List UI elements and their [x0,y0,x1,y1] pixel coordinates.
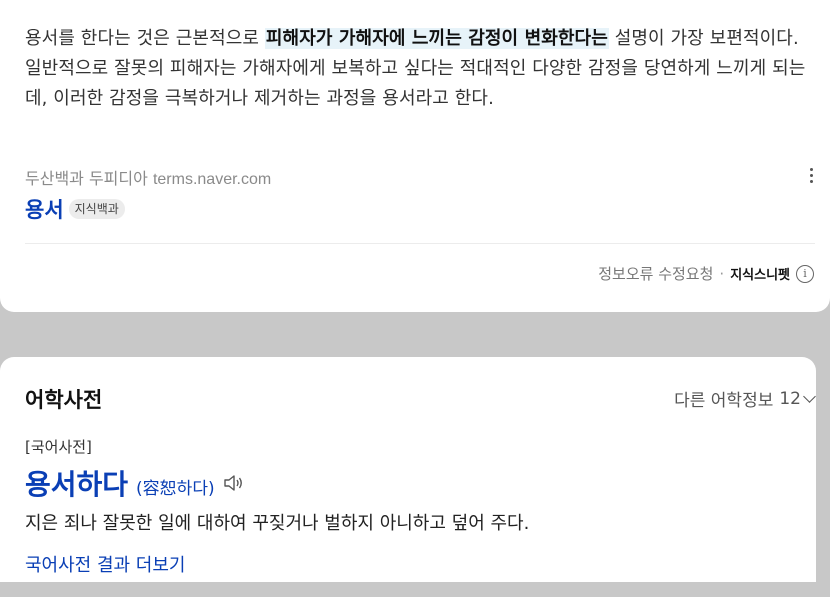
snippet-paragraph-1: 용서를 한다는 것은 근본적으로 피해자가 가해자에 느끼는 감정이 변화한다는… [25,24,810,54]
entry-row: 용서 지식백과 [25,194,125,224]
source-line: 두산백과 두피디아 terms.naver.com [25,165,271,189]
speaker-icon[interactable] [223,473,245,493]
desc-part-1: 용서를 한다는 것은 근본적으로 [25,28,265,49]
info-icon[interactable]: i [796,264,814,283]
word-definition: 지은 죄나 잘못한 일에 대하여 꾸짖거나 벌하지 아니하고 덮어 주다. [25,513,530,534]
knowledge-snippet-card: 용서를 한다는 것은 근본적으로 피해자가 가해자에 느끼는 감정이 변화한다는… [0,0,830,312]
dictionary-name: [국어사전] [25,438,92,456]
footer-separator: · [719,264,725,283]
snippet-label: 지식스니펫 [730,268,790,283]
word-hanja: (容恕하다) [136,479,215,499]
entry-title-link[interactable]: 용서 [25,194,64,224]
chevron-down-icon [803,389,816,403]
other-info-label: 다른 어학정보 [674,391,774,411]
source-domain: terms.naver.com [152,171,272,188]
desc-highlight: 피해자가 가해자에 느끼는 감정이 변화한다는 [264,28,609,49]
snippet-footer: 정보오류 수정요청 · 지식스니펫 i [598,263,814,284]
more-vertical-icon[interactable] [806,166,816,186]
dictionary-more-link[interactable]: 국어사전 결과 더보기 [25,551,185,577]
other-info-count: 12 [779,388,801,409]
section-title: 어학사전 [25,388,103,412]
entry-badge: 지식백과 [68,199,125,219]
source-name: 두산백과 두피디아 [25,169,148,188]
desc-part-2: 설명이 가장 보편적이다. [608,28,799,49]
snippet-description: 용서를 한다는 것은 근본적으로 피해자가 가해자에 느끼는 감정이 변화한다는… [25,24,810,114]
divider [25,243,815,244]
word-row: 용서하다 (容恕하다) [25,463,245,503]
snippet-paragraph-2: 일반적으로 잘못의 피해자는 가해자에게 보복하고 싶다는 적대적인 다양한 감… [25,58,806,109]
report-error-link[interactable]: 정보오류 수정요청 [598,263,713,284]
word-link[interactable]: 용서하다 [25,463,128,503]
other-info-button[interactable]: 다른 어학정보 12 [674,386,816,411]
